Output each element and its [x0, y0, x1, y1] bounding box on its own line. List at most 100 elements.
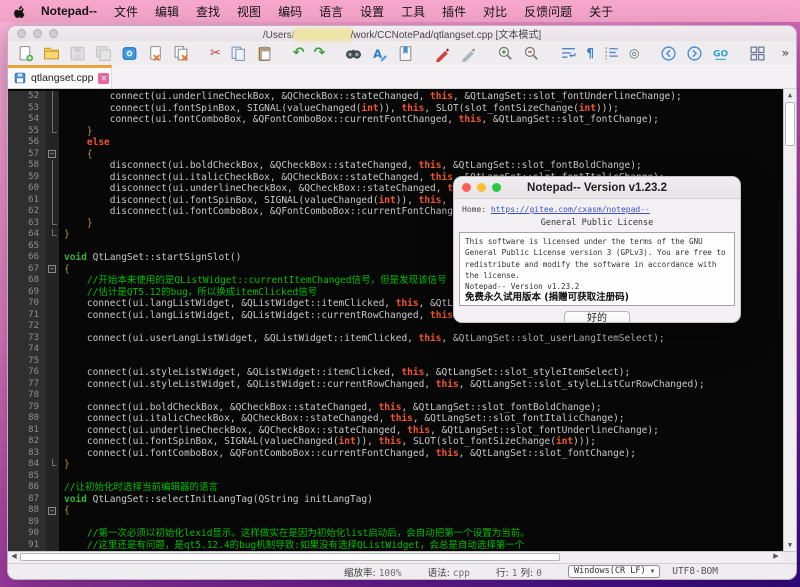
close-file-button[interactable]: [146, 43, 165, 63]
replace-button[interactable]: A: [370, 43, 389, 63]
code-text[interactable]: [59, 471, 64, 483]
copy-button[interactable]: [229, 43, 248, 63]
fold-collapse-icon[interactable]: −: [48, 150, 56, 158]
code-text[interactable]: {: [59, 505, 70, 517]
code-text[interactable]: {: [59, 149, 93, 161]
code-text[interactable]: [59, 344, 64, 356]
toolbar-overflow-button[interactable]: »: [781, 43, 791, 63]
menu-item-3[interactable]: 视图: [237, 3, 261, 20]
code-line: 83 connect(ui.fontComboBox, &QFontComboB…: [8, 448, 783, 460]
zoom-in-button[interactable]: [496, 43, 515, 63]
code-text[interactable]: disconnect(ui.boldCheckBox, &QCheckBox::…: [59, 160, 642, 172]
code-text[interactable]: //估计是QT5.12的bug，所以换成itemClicked信号: [59, 287, 317, 299]
horizontal-scrollbar[interactable]: ◀ ▶: [8, 551, 796, 563]
multi-view-button[interactable]: [748, 43, 767, 63]
code-text[interactable]: [59, 241, 64, 253]
code-text[interactable]: //开始本来使用的是QListWidget::currentItemChange…: [59, 275, 447, 287]
code-text[interactable]: void QtLangSet::selectInitLangTag(QStrin…: [59, 494, 373, 506]
tab-close-icon[interactable]: ✕: [98, 73, 109, 84]
menu-item-9[interactable]: 对比: [483, 3, 507, 20]
menu-item-4[interactable]: 编码: [278, 3, 302, 20]
code-text[interactable]: connect(ui.userLangListWidget, &QListWid…: [59, 333, 665, 345]
menu-item-7[interactable]: 工具: [401, 3, 425, 20]
menu-item-6[interactable]: 设置: [360, 3, 384, 20]
code-text[interactable]: connect(ui.fontSpinBox, SIGNAL(valueChan…: [59, 103, 619, 115]
code-text[interactable]: connect(ui.italicCheckBox, &QCheckBox::s…: [59, 413, 625, 425]
new-file-button[interactable]: [16, 43, 35, 63]
menu-item-8[interactable]: 插件: [442, 3, 466, 20]
menu-item-1[interactable]: 编辑: [155, 3, 179, 20]
menu-item-10[interactable]: 反馈问题: [524, 3, 572, 20]
highlight-marker-button[interactable]: [433, 43, 452, 63]
code-text[interactable]: connect(ui.underlineCheckBox, &QCheckBox…: [59, 91, 682, 103]
apple-menu-icon[interactable]: [12, 4, 26, 19]
scroll-up-icon[interactable]: ▲: [784, 89, 796, 101]
save-button[interactable]: [68, 43, 87, 63]
menu-item-2[interactable]: 查找: [196, 3, 220, 20]
word-wrap-button[interactable]: [559, 43, 578, 63]
scroll-left-icon[interactable]: ◀: [8, 552, 20, 562]
code-text[interactable]: }: [59, 229, 70, 241]
open-file-button[interactable]: [42, 43, 61, 63]
code-text[interactable]: connect(ui.styleListWidget, &QListWidget…: [59, 367, 630, 379]
fold-collapse-icon[interactable]: −: [48, 507, 56, 515]
code-text[interactable]: }: [59, 126, 93, 138]
fold-margin[interactable]: −: [46, 149, 59, 161]
code-text[interactable]: connect(ui.styleListWidget, &QListWidget…: [59, 379, 705, 391]
menu-app-name[interactable]: Notepad--: [41, 4, 97, 18]
screenshot-button[interactable]: [120, 43, 139, 63]
find-button[interactable]: [344, 43, 363, 63]
homepage-link[interactable]: https://gitee.com/cxasm/notepad--: [491, 205, 650, 214]
code-text[interactable]: connect(ui.fontComboBox, &QFontComboBox:…: [59, 448, 636, 460]
code-text[interactable]: {: [59, 264, 70, 276]
code-text[interactable]: connect(ui.underlineCheckBox, &QCheckBox…: [59, 425, 659, 437]
vertical-scrollbar[interactable]: ▲ ▼: [783, 89, 796, 551]
code-text[interactable]: //第一次必须以初始化lexid显示。这样做实在是因为初始化list启动后，会自…: [59, 528, 530, 540]
fold-margin[interactable]: −: [46, 505, 59, 517]
undo-button[interactable]: ↶: [292, 43, 306, 63]
line-number: 68: [8, 275, 46, 287]
scroll-down-icon[interactable]: ▼: [784, 539, 796, 551]
code-text[interactable]: connect(ui.fontSpinBox, SIGNAL(valueChan…: [59, 436, 596, 448]
eol-mode-dropdown[interactable]: Windows(CR LF)▼: [568, 565, 660, 578]
show-symbols-button[interactable]: ¶: [585, 43, 595, 63]
license-text-box[interactable]: This software is licensed under the term…: [459, 232, 735, 306]
code-text[interactable]: [59, 390, 64, 402]
code-text[interactable]: connect(ui.fontComboBox, &QFontComboBox:…: [59, 114, 659, 126]
code-text[interactable]: connect(ui.boldCheckBox, &QCheckBox::sta…: [59, 402, 602, 414]
code-text[interactable]: [59, 517, 64, 529]
code-text[interactable]: }: [59, 459, 70, 471]
code-text[interactable]: //让初始化时选择当前编辑器的语言: [59, 482, 218, 494]
code-text[interactable]: else: [59, 137, 110, 149]
code-text[interactable]: }: [59, 218, 93, 230]
vertical-scroll-thumb[interactable]: [785, 102, 795, 146]
fold-collapse-icon[interactable]: −: [48, 265, 56, 273]
ok-button[interactable]: 好的: [564, 311, 630, 323]
bookmark-button[interactable]: [396, 43, 415, 63]
menu-item-5[interactable]: 语言: [319, 3, 343, 20]
next-location-button[interactable]: [685, 43, 704, 63]
close-all-button[interactable]: [172, 43, 191, 63]
redo-button[interactable]: ↷: [313, 43, 327, 63]
indent-guide-button[interactable]: [602, 43, 621, 63]
menu-item-11[interactable]: 关于: [589, 3, 613, 20]
code-text[interactable]: [59, 356, 64, 368]
fold-margin[interactable]: −: [46, 264, 59, 276]
code-text[interactable]: void QtLangSet::startSignSlot(): [59, 252, 241, 264]
zoom-out-button[interactable]: [522, 43, 541, 63]
menu-item-0[interactable]: 文件: [114, 3, 138, 20]
locate-button[interactable]: ◎: [628, 43, 640, 63]
window-title-bar[interactable]: /Users//work/CCNotePad/qtlangset.cpp [文本…: [8, 26, 796, 41]
horizontal-scroll-thumb[interactable]: [20, 553, 560, 561]
code-text[interactable]: //这里还是有问题，是qt5.12.4的bug机制导致:如果没有选择QListW…: [59, 540, 524, 552]
dialog-title-bar[interactable]: Notepad-- Version v1.23.2: [454, 177, 740, 199]
tab-qtlangset[interactable]: qtlangset.cpp ✕: [8, 65, 112, 88]
code-text[interactable]: [59, 321, 64, 333]
goto-line-button[interactable]: GO: [711, 43, 730, 63]
save-all-button[interactable]: [94, 43, 113, 63]
cut-button[interactable]: ✂: [209, 43, 222, 63]
prev-location-button[interactable]: [659, 43, 678, 63]
paste-button[interactable]: [255, 43, 274, 63]
clear-marker-button[interactable]: [459, 43, 478, 63]
scroll-right-icon[interactable]: ▶: [770, 552, 782, 562]
